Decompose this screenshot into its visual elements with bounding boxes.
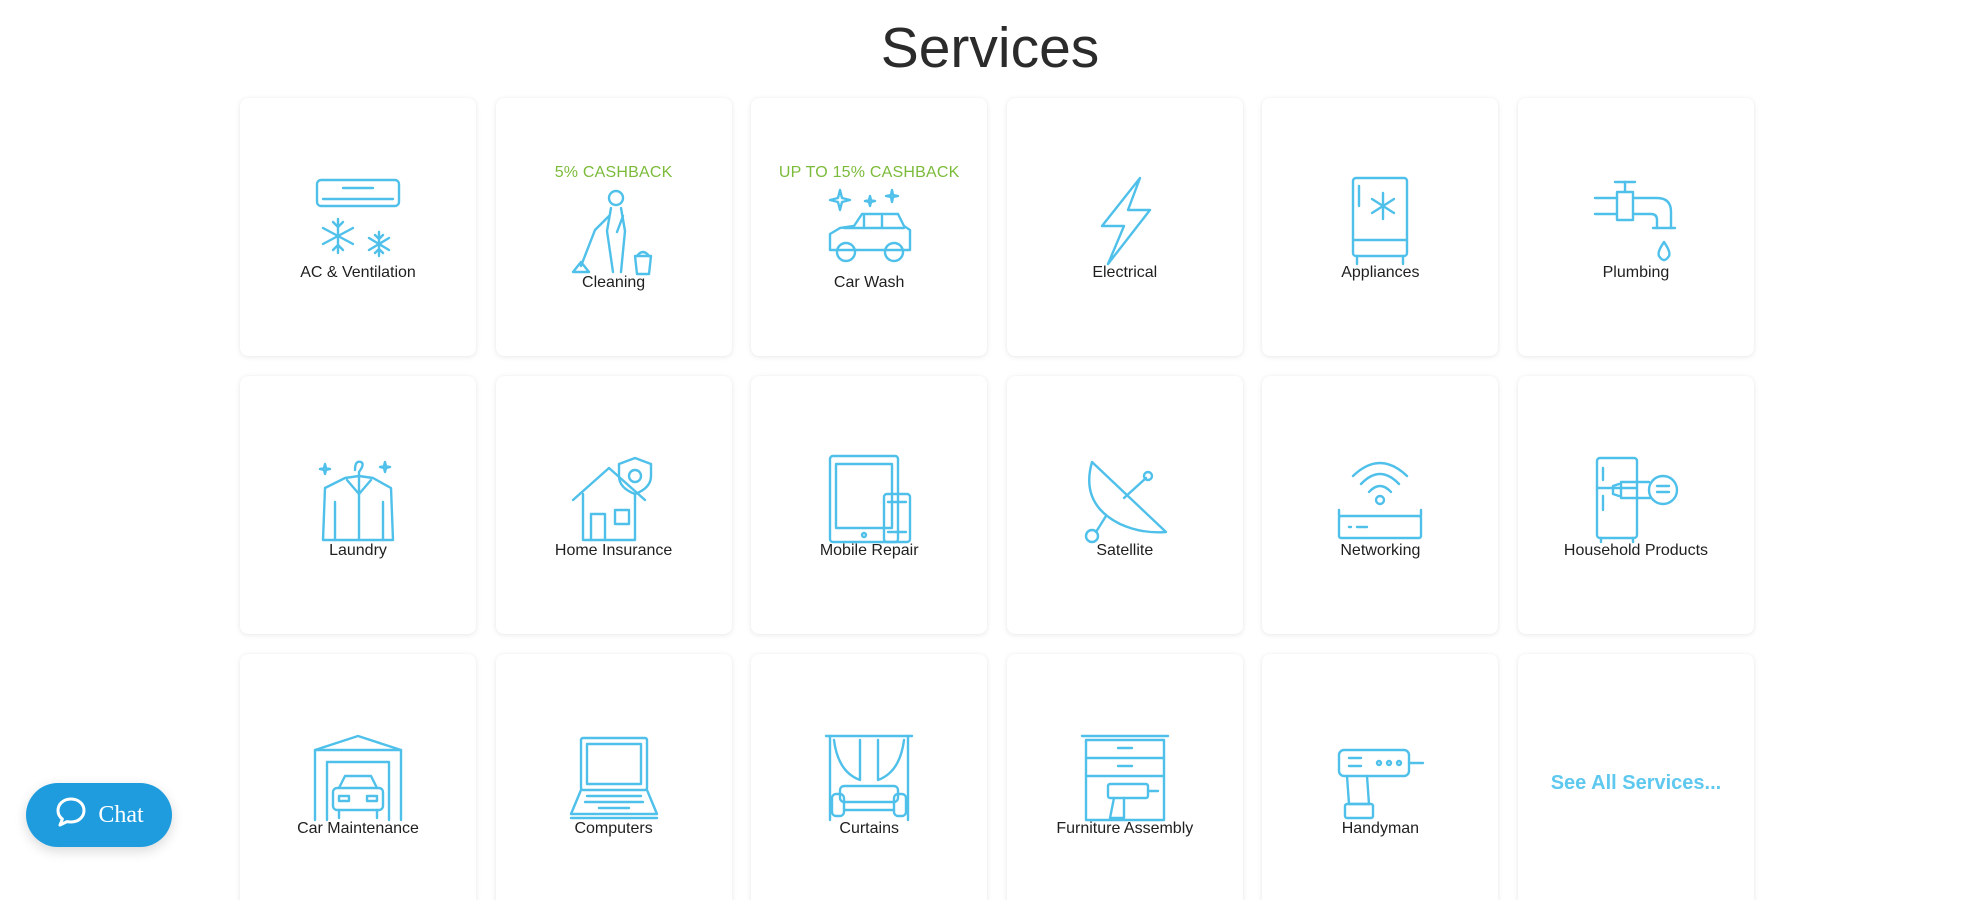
service-label: Mobile Repair (819, 542, 919, 559)
service-card-plumbing[interactable]: Plumbing (1517, 98, 1754, 356)
service-label: Handyman (1341, 820, 1420, 837)
page-title: Services (880, 16, 1100, 80)
service-card-curtains[interactable]: Curtains (751, 654, 988, 900)
see-all-services-card[interactable]: See All Services... (1517, 654, 1754, 900)
house-shield-icon (569, 454, 659, 544)
service-label: Car Maintenance (297, 820, 419, 837)
chat-button[interactable]: Chat (26, 783, 172, 847)
router-icon (1335, 454, 1425, 544)
satellite-dish-icon (1080, 454, 1170, 544)
service-card-satellite[interactable]: Satellite (1006, 376, 1243, 634)
service-card-electrical[interactable]: Electrical (1006, 98, 1243, 356)
service-label: Networking (1340, 542, 1421, 559)
shirt-hanger-icon (313, 454, 403, 544)
car-wash-icon (824, 186, 914, 276)
service-label: Laundry (329, 542, 387, 559)
service-card-home-insurance[interactable]: Home Insurance (495, 376, 732, 634)
service-label: Furniture Assembly (1056, 820, 1194, 837)
furniture-drill-icon (1080, 732, 1170, 822)
service-card-networking[interactable]: Networking (1262, 376, 1499, 634)
service-card-computers[interactable]: Computers (495, 654, 732, 900)
service-label: Plumbing (1602, 264, 1670, 281)
drill-icon (1335, 732, 1425, 822)
service-label: Household Products (1563, 542, 1709, 559)
cashback-badge: UP TO 15% CASHBACK (778, 164, 960, 181)
faucet-icon (1591, 176, 1681, 266)
service-label: Computers (574, 820, 653, 837)
garage-car-icon (313, 732, 403, 822)
see-all-services-link[interactable]: See All Services... (1518, 654, 1754, 900)
ac-icon (313, 176, 403, 266)
service-label: Satellite (1096, 542, 1154, 559)
service-label: Curtains (839, 820, 899, 837)
service-label: Home Insurance (554, 542, 673, 559)
cleaning-icon (569, 186, 659, 276)
services-page: Services AC & Ventilation 5% CASHBACK Cl… (0, 0, 1980, 900)
service-label: Electrical (1092, 264, 1158, 281)
chat-bubble-icon (54, 795, 88, 836)
service-card-furniture-assembly[interactable]: Furniture Assembly (1006, 654, 1243, 900)
services-grid: AC & Ventilation 5% CASHBACK Cleaning UP… (240, 98, 1760, 900)
service-card-car-maintenance[interactable]: Car Maintenance (240, 654, 476, 900)
service-label: Cleaning (582, 274, 646, 291)
fridge-hairdryer-icon (1591, 454, 1681, 544)
service-card-car-wash[interactable]: UP TO 15% CASHBACK Car Wash (751, 98, 988, 356)
chat-label: Chat (98, 801, 144, 828)
service-card-cleaning[interactable]: 5% CASHBACK Cleaning (495, 98, 732, 356)
laptop-icon (569, 732, 659, 822)
service-label: Car Wash (833, 274, 905, 291)
service-label: Appliances (1341, 264, 1420, 281)
fridge-icon (1335, 176, 1425, 266)
lightning-icon (1080, 176, 1170, 266)
curtains-sofa-icon (824, 732, 914, 822)
service-card-appliances[interactable]: Appliances (1262, 98, 1499, 356)
service-card-household-products[interactable]: Household Products (1517, 376, 1754, 634)
service-card-mobile-repair[interactable]: Mobile Repair (751, 376, 988, 634)
service-label: AC & Ventilation (300, 264, 416, 281)
cashback-badge: 5% CASHBACK (554, 164, 673, 181)
service-card-laundry[interactable]: Laundry (240, 376, 476, 634)
tablet-phone-icon (824, 454, 914, 544)
service-card-ac-ventilation[interactable]: AC & Ventilation (240, 98, 476, 356)
service-card-handyman[interactable]: Handyman (1262, 654, 1499, 900)
